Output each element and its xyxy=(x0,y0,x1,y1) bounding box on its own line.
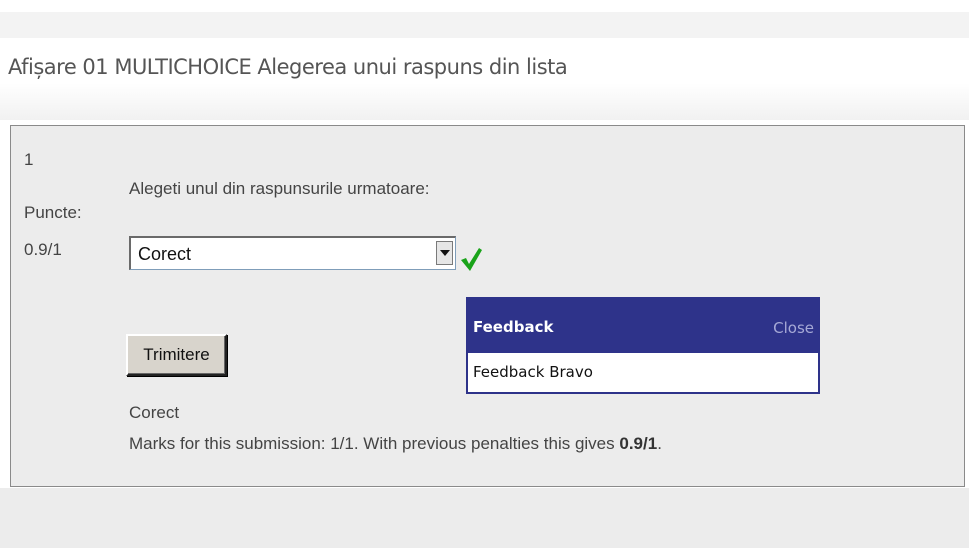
check-icon xyxy=(461,248,482,271)
title-area xyxy=(0,38,969,120)
top-band xyxy=(0,0,969,12)
answer-select-value: Corect xyxy=(138,244,192,264)
feedback-panel: Feedback Close Feedback Bravo xyxy=(466,297,820,394)
feedback-close-link[interactable]: Close xyxy=(773,319,814,337)
answer-select[interactable]: Corect xyxy=(129,236,456,270)
question-number: 1 xyxy=(24,150,34,169)
grade-value: 0.9/1 xyxy=(24,240,62,259)
submit-button[interactable]: Trimitere xyxy=(126,334,227,376)
marks-text: Marks for this submission: 1/1. With pre… xyxy=(129,434,662,454)
top-grey-band xyxy=(0,12,969,38)
feedback-body: Feedback Bravo xyxy=(473,363,593,381)
feedback-title: Feedback xyxy=(473,318,554,336)
grade-label: Puncte: xyxy=(24,203,82,222)
question-text: Alegeti unul din raspunsurile urmatoare: xyxy=(129,179,430,198)
status-text: Corect xyxy=(129,403,180,422)
bottom-area xyxy=(0,488,969,548)
feedback-header: Feedback Close xyxy=(468,299,818,353)
marks-end: . xyxy=(657,434,662,453)
page-title: Afișare 01 MULTICHOICE Alegerea unui ras… xyxy=(8,55,568,79)
dropdown-arrow-icon[interactable] xyxy=(436,241,453,265)
marks-prefix: Marks for this submission: 1/1. With pre… xyxy=(129,434,620,453)
marks-final: 0.9/1 xyxy=(619,434,658,453)
